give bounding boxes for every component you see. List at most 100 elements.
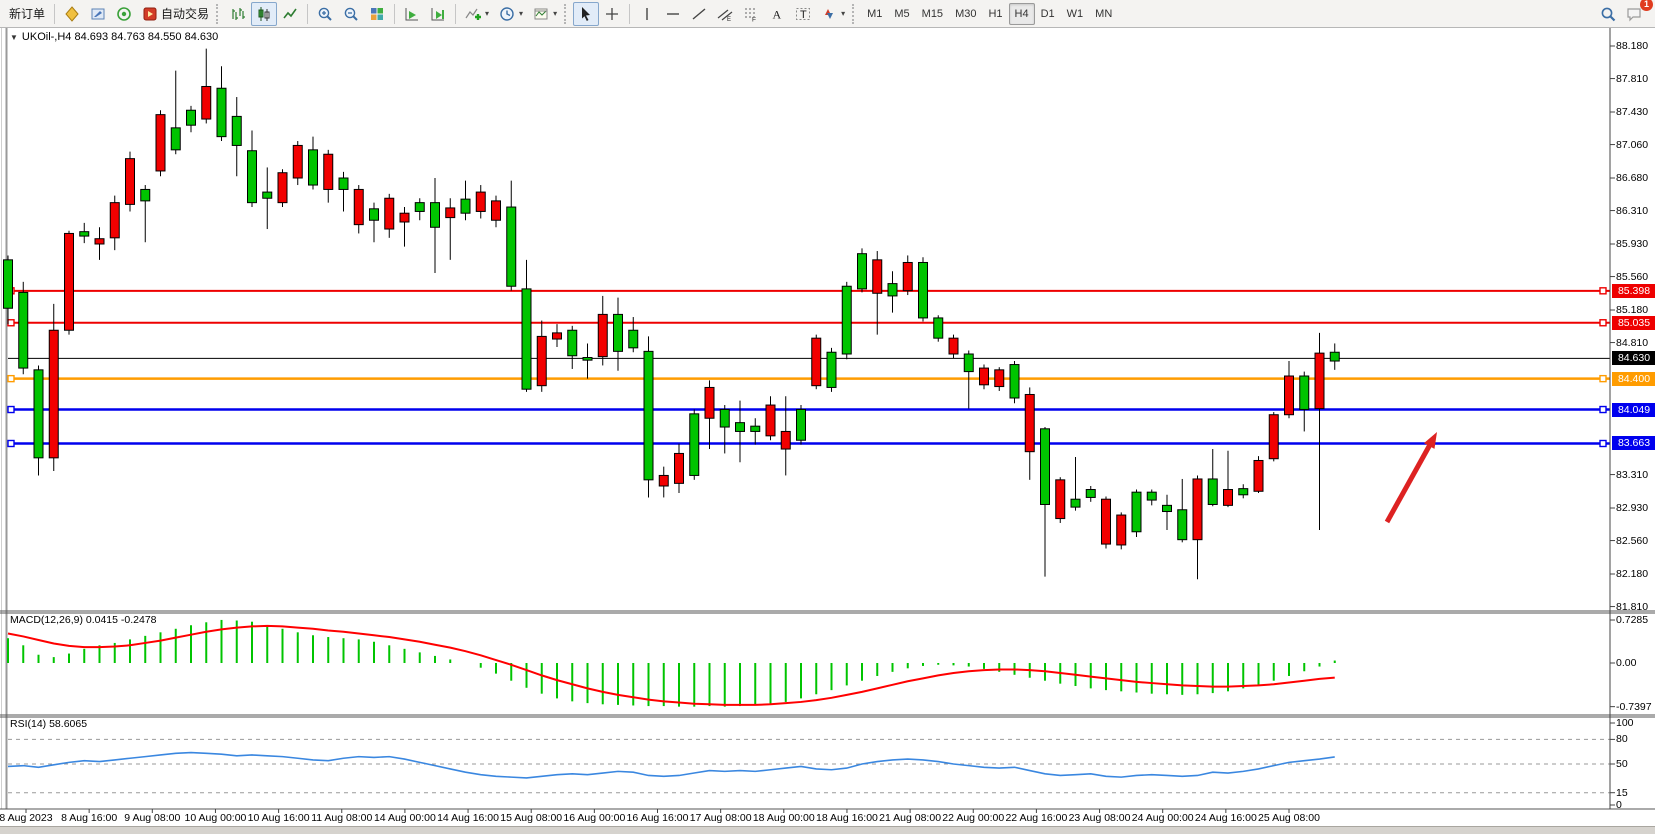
chart-surface[interactable] bbox=[0, 28, 1655, 834]
zoom-out-icon bbox=[343, 6, 359, 22]
crosshair-button[interactable] bbox=[599, 2, 625, 26]
line-handle[interactable] bbox=[8, 320, 14, 326]
channel-icon: E bbox=[717, 6, 733, 22]
metaeditor-icon bbox=[90, 6, 106, 22]
y-axis-tick-label: 85.180 bbox=[1616, 304, 1648, 316]
y-axis-tick-label: 87.430 bbox=[1616, 106, 1648, 118]
metaeditor-button[interactable] bbox=[85, 2, 111, 26]
line-handle[interactable] bbox=[1600, 440, 1606, 446]
y-axis-tick-label: 85.930 bbox=[1616, 238, 1648, 250]
vertical-line-button[interactable] bbox=[634, 2, 660, 26]
toolbar-separator bbox=[455, 4, 456, 24]
candle-chart-button[interactable] bbox=[251, 2, 277, 26]
horizontal-line-button[interactable] bbox=[660, 2, 686, 26]
toolbar-grip bbox=[564, 4, 569, 24]
rsi-axis-tick-label: 15 bbox=[1616, 787, 1628, 799]
trendline-button[interactable] bbox=[686, 2, 712, 26]
y-axis-tick-label: 87.060 bbox=[1616, 139, 1648, 151]
timeframe-w1[interactable]: W1 bbox=[1061, 3, 1090, 25]
line-handle[interactable] bbox=[1600, 288, 1606, 294]
time-axis-label: 21 Aug 08:00 bbox=[879, 812, 941, 824]
new-order-button[interactable]: 新订单 bbox=[4, 2, 50, 26]
line-handle[interactable] bbox=[1600, 376, 1606, 382]
chevron-down-icon: ▾ bbox=[553, 9, 557, 18]
line-chart-button[interactable] bbox=[277, 2, 303, 26]
time-axis-label: 9 Aug 08:00 bbox=[124, 812, 180, 824]
time-axis-label: 8 Aug 2023 bbox=[0, 812, 53, 824]
y-axis-tick-label: 82.930 bbox=[1616, 502, 1648, 514]
price-line-badge: 85.398 bbox=[1612, 284, 1655, 298]
template-icon bbox=[533, 6, 549, 22]
time-axis-label: 16 Aug 00:00 bbox=[563, 812, 625, 824]
timeframe-mn[interactable]: MN bbox=[1089, 3, 1118, 25]
text-label-icon: T bbox=[795, 6, 811, 22]
text-label-button[interactable]: T bbox=[790, 2, 816, 26]
chart-title: ▼ UKOil-,H4 84.693 84.763 84.550 84.630 bbox=[10, 31, 218, 43]
y-axis-tick-label: 88.180 bbox=[1616, 40, 1648, 52]
signal-button[interactable] bbox=[111, 2, 137, 26]
bar-chart-button[interactable] bbox=[225, 2, 251, 26]
price-line-badge: 85.035 bbox=[1612, 316, 1655, 330]
channel-button[interactable]: E bbox=[712, 2, 738, 26]
time-axis-label: 25 Aug 08:00 bbox=[1258, 812, 1320, 824]
auto-scroll-button[interactable] bbox=[399, 2, 425, 26]
hline-icon bbox=[665, 6, 681, 22]
rsi-axis-tick-label: 50 bbox=[1616, 758, 1628, 770]
macd-indicator-label: MACD(12,26,9) 0.0415 -0.2478 bbox=[10, 614, 157, 626]
time-axis-label: 24 Aug 00:00 bbox=[1132, 812, 1194, 824]
line-handle[interactable] bbox=[8, 440, 14, 446]
time-axis-label: 24 Aug 16:00 bbox=[1195, 812, 1257, 824]
current-price-badge: 84.630 bbox=[1612, 351, 1655, 365]
timeframe-m30[interactable]: M30 bbox=[949, 3, 982, 25]
notifications-button[interactable]: 1 bbox=[1621, 2, 1647, 26]
price-line-badge: 83.663 bbox=[1612, 436, 1655, 450]
timeframe-m1[interactable]: M1 bbox=[861, 3, 888, 25]
time-axis-label: 10 Aug 00:00 bbox=[184, 812, 246, 824]
chart-shift-button[interactable] bbox=[425, 2, 451, 26]
fibo-icon: F bbox=[743, 6, 759, 22]
time-axis-label: 22 Aug 00:00 bbox=[942, 812, 1004, 824]
y-axis-tick-label: 82.180 bbox=[1616, 568, 1648, 580]
time-axis-label: 22 Aug 16:00 bbox=[1005, 812, 1067, 824]
autotrading-button[interactable]: 自动交易 bbox=[137, 2, 214, 26]
timeframe-d1[interactable]: D1 bbox=[1035, 3, 1061, 25]
line-handle[interactable] bbox=[8, 376, 14, 382]
main-toolbar: 新订单自动交易▾▾▾EFAT▾M1M5M15M30H1H4D1W1MN1 bbox=[0, 0, 1655, 28]
tile-icon bbox=[369, 6, 385, 22]
fibonacci-button[interactable]: F bbox=[738, 2, 764, 26]
cursor-button[interactable] bbox=[573, 2, 599, 26]
time-axis-label: 18 Aug 00:00 bbox=[753, 812, 815, 824]
time-axis-label: 11 Aug 08:00 bbox=[311, 812, 372, 824]
tile-windows-button[interactable] bbox=[364, 2, 390, 26]
price-line-badge: 84.049 bbox=[1612, 403, 1655, 417]
timeframe-h4[interactable]: H4 bbox=[1009, 3, 1035, 25]
window-bottom-strip bbox=[0, 826, 1655, 834]
arrows-button[interactable]: ▾ bbox=[816, 2, 850, 26]
chevron-down-icon[interactable]: ▼ bbox=[10, 33, 18, 42]
y-axis-tick-label: 86.310 bbox=[1616, 205, 1648, 217]
y-axis-tick-label: 83.310 bbox=[1616, 469, 1648, 481]
search-button[interactable] bbox=[1595, 2, 1621, 26]
toolbar-separator bbox=[629, 4, 630, 24]
timeframe-m15[interactable]: M15 bbox=[916, 3, 949, 25]
templates-button[interactable]: ▾ bbox=[528, 2, 562, 26]
autotrading-button-label: 自动交易 bbox=[161, 5, 209, 22]
text-button[interactable]: A bbox=[764, 2, 790, 26]
periods-button[interactable]: ▾ bbox=[494, 2, 528, 26]
zoom-in-button[interactable] bbox=[312, 2, 338, 26]
chart-window[interactable]: ▼ UKOil-,H4 84.693 84.763 84.550 84.630 … bbox=[0, 28, 1655, 834]
macd-axis-tick-label: 0.7285 bbox=[1616, 614, 1648, 626]
signal-icon bbox=[116, 6, 132, 22]
timeframe-h1[interactable]: H1 bbox=[982, 3, 1008, 25]
line-handle[interactable] bbox=[1600, 407, 1606, 413]
zoom-out-button[interactable] bbox=[338, 2, 364, 26]
mt4-window: 新订单自动交易▾▾▾EFAT▾M1M5M15M30H1H4D1W1MN1 ▼ U… bbox=[0, 0, 1655, 834]
new-order-icon-button[interactable] bbox=[59, 2, 85, 26]
indicators-button[interactable]: ▾ bbox=[460, 2, 494, 26]
periods-icon bbox=[499, 6, 515, 22]
line-handle[interactable] bbox=[1600, 320, 1606, 326]
timeframe-m5[interactable]: M5 bbox=[888, 3, 915, 25]
y-axis-tick-label: 85.560 bbox=[1616, 271, 1648, 283]
line-handle[interactable] bbox=[8, 407, 14, 413]
svg-text:E: E bbox=[727, 17, 731, 22]
